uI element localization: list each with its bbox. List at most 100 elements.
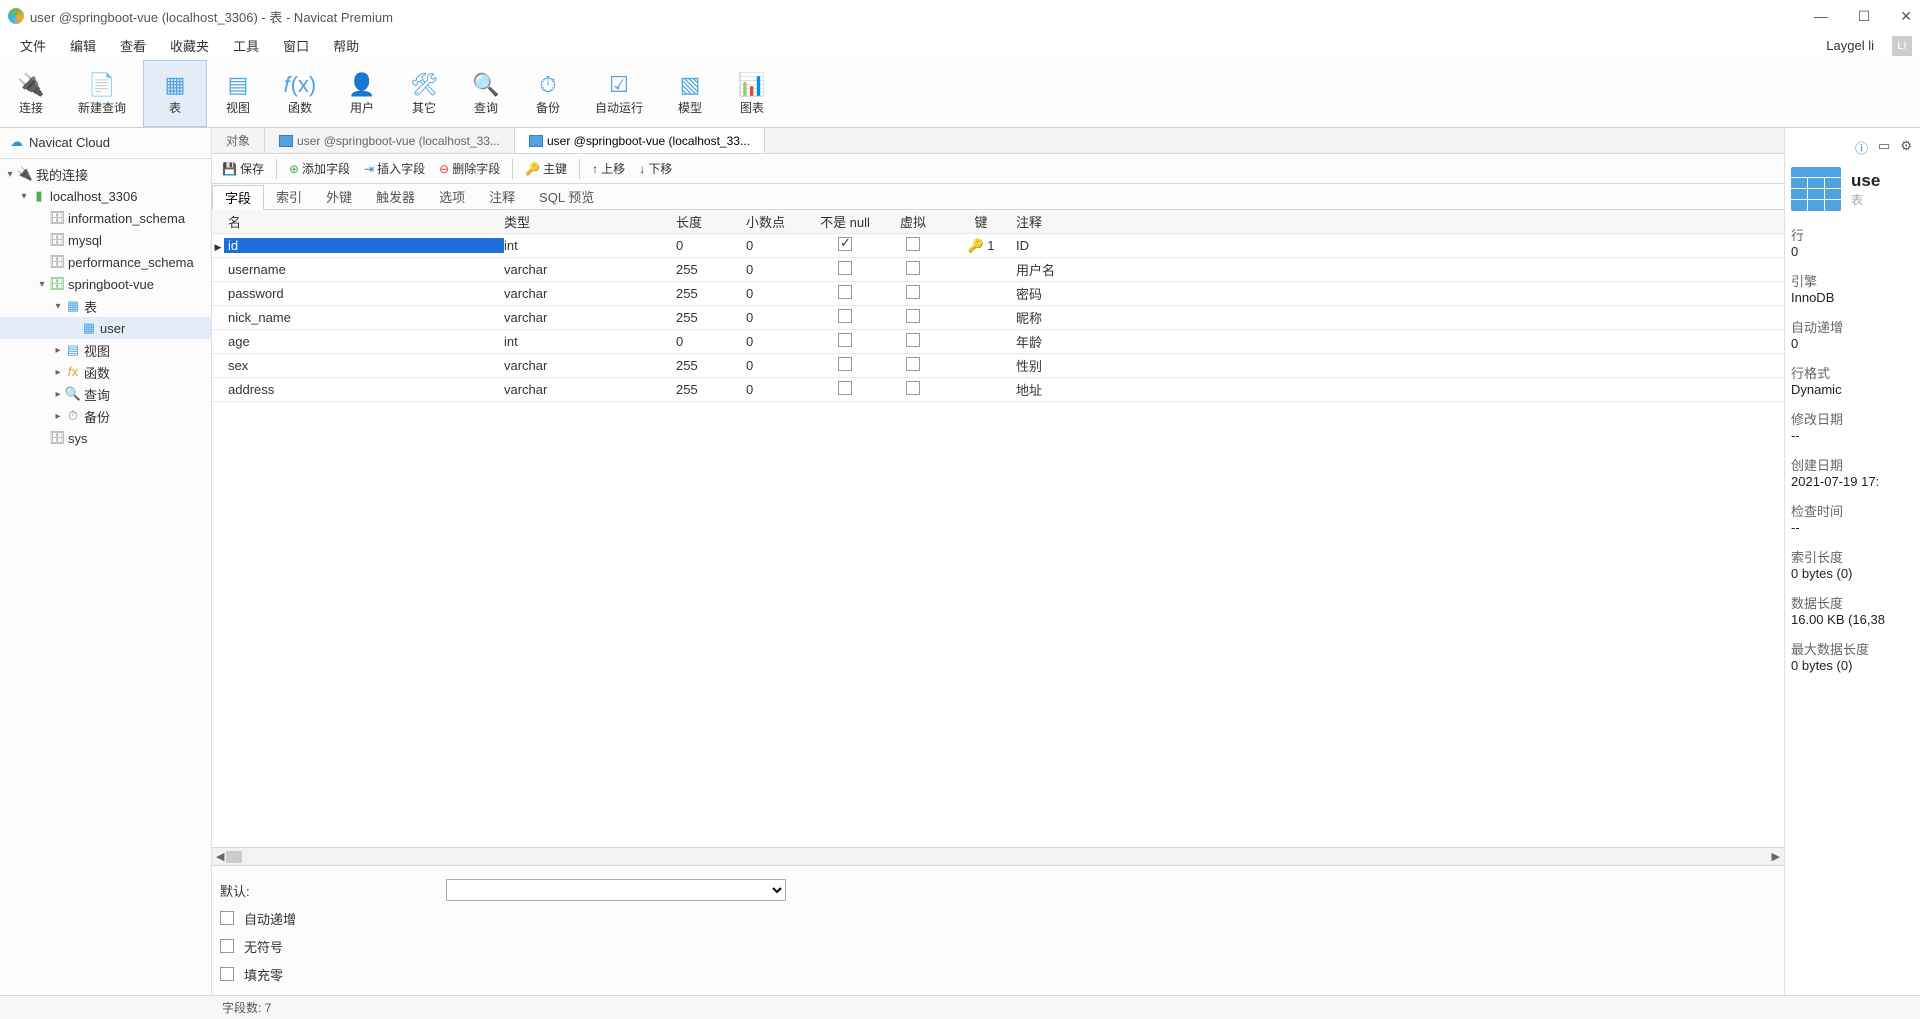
- zerofill-checkbox[interactable]: [220, 967, 234, 981]
- tool-视图[interactable]: ▤视图: [207, 60, 269, 127]
- default-select[interactable]: [446, 879, 786, 901]
- menu-tools[interactable]: 工具: [221, 36, 271, 55]
- cell-type[interactable]: varchar: [504, 310, 676, 325]
- tree-connection[interactable]: ▾▮ localhost_3306: [0, 185, 211, 207]
- user-name[interactable]: Laygel li: [1814, 38, 1886, 53]
- user-avatar[interactable]: LI: [1892, 36, 1912, 56]
- cell-key[interactable]: 🔑 1: [946, 238, 1016, 254]
- tool-新建查询[interactable]: 📄新建查询: [62, 60, 142, 127]
- cell-decimals[interactable]: 0: [746, 310, 810, 325]
- cell-type[interactable]: int: [504, 238, 676, 253]
- sub-tab-索引[interactable]: 索引: [264, 184, 314, 209]
- tree-queries[interactable]: ▸🔍查询: [0, 383, 211, 405]
- cell-virtual[interactable]: [880, 285, 946, 302]
- tool-模型[interactable]: ▧模型: [659, 60, 721, 127]
- unsigned-checkbox[interactable]: [220, 939, 234, 953]
- tree-views[interactable]: ▸▤视图: [0, 339, 211, 361]
- tree-db-springboot-vue[interactable]: ▾🗄springboot-vue: [0, 273, 211, 295]
- cell-length[interactable]: 255: [676, 358, 746, 373]
- cell-virtual[interactable]: [880, 309, 946, 326]
- cell-type[interactable]: varchar: [504, 382, 676, 397]
- add-field-button[interactable]: ⊕添加字段: [283, 157, 356, 181]
- tool-连接[interactable]: 🔌连接: [0, 60, 62, 127]
- field-row[interactable]: password varchar 255 0 密码: [212, 282, 1784, 306]
- menu-favorites[interactable]: 收藏夹: [158, 36, 221, 55]
- cell-length[interactable]: 255: [676, 286, 746, 301]
- cell-decimals[interactable]: 0: [746, 238, 810, 253]
- navicat-cloud[interactable]: ☁ Navicat Cloud: [0, 128, 211, 156]
- tree-db-information_schema[interactable]: 🗄information_schema: [0, 207, 211, 229]
- cell-virtual[interactable]: [880, 261, 946, 278]
- col-length[interactable]: 长度: [676, 212, 746, 231]
- tree-funcs[interactable]: ▸𝑓x函数: [0, 361, 211, 383]
- tool-备份[interactable]: ⏱备份: [517, 60, 579, 127]
- cell-name[interactable]: id: [224, 238, 504, 253]
- cell-not-null[interactable]: [810, 261, 880, 278]
- tool-用户[interactable]: 👤用户: [331, 60, 393, 127]
- menu-edit[interactable]: 编辑: [58, 36, 108, 55]
- tool-查询[interactable]: 🔍查询: [455, 60, 517, 127]
- tree-table-user[interactable]: ▦user: [0, 317, 211, 339]
- cell-decimals[interactable]: 0: [746, 358, 810, 373]
- col-name[interactable]: 名: [224, 212, 504, 231]
- field-row[interactable]: username varchar 255 0 用户名: [212, 258, 1784, 282]
- tool-其它[interactable]: 🛠其它: [393, 60, 455, 127]
- field-row[interactable]: address varchar 255 0 地址: [212, 378, 1784, 402]
- tool-图表[interactable]: 📊图表: [721, 60, 783, 127]
- save-button[interactable]: 💾保存: [216, 157, 270, 181]
- menu-view[interactable]: 查看: [108, 36, 158, 55]
- ddl-icon[interactable]: ▭: [1878, 138, 1890, 157]
- cell-type[interactable]: varchar: [504, 286, 676, 301]
- cell-name[interactable]: sex: [224, 358, 504, 373]
- col-key[interactable]: 键: [946, 212, 1016, 231]
- cell-virtual[interactable]: [880, 333, 946, 350]
- cell-type[interactable]: varchar: [504, 262, 676, 277]
- cell-decimals[interactable]: 0: [746, 382, 810, 397]
- cell-length[interactable]: 255: [676, 262, 746, 277]
- cell-length[interactable]: 255: [676, 310, 746, 325]
- field-row[interactable]: id int 0 0 🔑 1 ID: [212, 234, 1784, 258]
- cell-comment[interactable]: ID: [1016, 238, 1784, 253]
- horizontal-scrollbar[interactable]: ◀▶: [212, 847, 1784, 865]
- cell-comment[interactable]: 用户名: [1016, 260, 1784, 279]
- cell-not-null[interactable]: [810, 285, 880, 302]
- field-grid[interactable]: id int 0 0 🔑 1 ID username varchar 255 0…: [212, 234, 1784, 847]
- move-up-button[interactable]: ↑上移: [586, 157, 631, 181]
- cell-name[interactable]: username: [224, 262, 504, 277]
- cell-name[interactable]: age: [224, 334, 504, 349]
- tree-db-mysql[interactable]: 🗄mysql: [0, 229, 211, 251]
- col-virtual[interactable]: 虚拟: [880, 212, 946, 231]
- minimize-button[interactable]: —: [1814, 8, 1828, 25]
- col-not-null[interactable]: 不是 null: [810, 212, 880, 231]
- tree-tables[interactable]: ▾▦表: [0, 295, 211, 317]
- cell-comment[interactable]: 性别: [1016, 356, 1784, 375]
- maximize-button[interactable]: ☐: [1858, 8, 1871, 25]
- col-decimals[interactable]: 小数点: [746, 212, 810, 231]
- field-row[interactable]: nick_name varchar 255 0 昵称: [212, 306, 1784, 330]
- cell-virtual[interactable]: [880, 357, 946, 374]
- cell-decimals[interactable]: 0: [746, 334, 810, 349]
- move-down-button[interactable]: ↓下移: [633, 157, 678, 181]
- sub-tab-注释[interactable]: 注释: [477, 184, 527, 209]
- cell-decimals[interactable]: 0: [746, 262, 810, 277]
- menu-window[interactable]: 窗口: [271, 36, 321, 55]
- doc-tab-0[interactable]: 对象: [212, 128, 265, 153]
- cell-type[interactable]: varchar: [504, 358, 676, 373]
- cell-not-null[interactable]: [810, 309, 880, 326]
- tree-my-connections[interactable]: ▾🔌 我的连接: [0, 163, 211, 185]
- close-button[interactable]: ✕: [1900, 8, 1912, 25]
- tool-自动运行[interactable]: ☑自动运行: [579, 60, 659, 127]
- menu-file[interactable]: 文件: [8, 36, 58, 55]
- cell-name[interactable]: password: [224, 286, 504, 301]
- cell-length[interactable]: 255: [676, 382, 746, 397]
- cell-length[interactable]: 0: [676, 334, 746, 349]
- cell-not-null[interactable]: [810, 357, 880, 374]
- cell-virtual[interactable]: [880, 237, 946, 254]
- cell-name[interactable]: address: [224, 382, 504, 397]
- doc-tab-1[interactable]: user @springboot-vue (localhost_33...: [265, 128, 515, 153]
- field-row[interactable]: age int 0 0 年龄: [212, 330, 1784, 354]
- insert-field-button[interactable]: ⇥插入字段: [358, 157, 431, 181]
- sub-tab-选项[interactable]: 选项: [427, 184, 477, 209]
- auto-increment-checkbox[interactable]: [220, 911, 234, 925]
- cell-length[interactable]: 0: [676, 238, 746, 253]
